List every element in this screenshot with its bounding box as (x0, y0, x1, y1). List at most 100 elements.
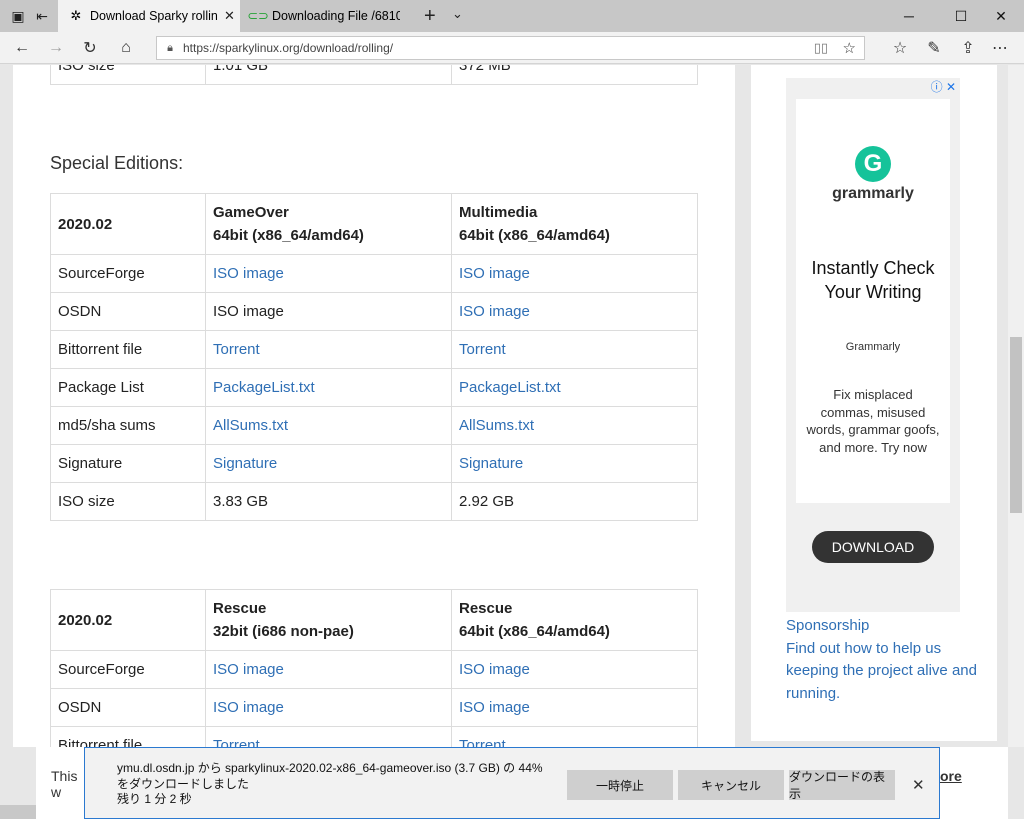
table-header-row: 2020.02 Rescue 32bit (i686 non-pae) Rescu… (50, 589, 698, 651)
version-cell: 2020.02 (50, 193, 206, 255)
sponsorship-link[interactable]: Sponsorship (786, 615, 986, 638)
tab-sparky-download[interactable]: ✲ Download Sparky rolling ✕ (58, 0, 240, 32)
multimedia-torrent-link[interactable]: Torrent (459, 341, 506, 358)
share-icon[interactable]: ⇪ (956, 37, 980, 59)
gameover-allsums-link[interactable]: AllSums.txt (213, 417, 288, 434)
row-label: Package List (50, 368, 206, 407)
table-row: md5/sha sums AllSums.txt AllSums.txt (50, 406, 698, 445)
pause-button[interactable]: 一時停止 (567, 770, 673, 800)
address-bar[interactable]: 🔒︎ https://sparkylinux.org/download/roll… (156, 36, 865, 60)
table-row: Bittorrent file Torrent Torrent (50, 726, 698, 747)
favorites-hub-icon[interactable]: ☆ (888, 37, 912, 59)
cancel-button[interactable]: キャンセル (678, 770, 784, 800)
gameover-header: GameOver 64bit (x86_64/amd64) (205, 193, 452, 255)
ad-card: G grammarly Instantly Check Your Writing… (796, 99, 950, 503)
gameover-signature-link[interactable]: Signature (213, 455, 277, 472)
multimedia-allsums-link[interactable]: AllSums.txt (459, 417, 534, 434)
multimedia-signature-link[interactable]: Signature (459, 455, 523, 472)
multimedia-packagelist-link[interactable]: PackageList.txt (459, 379, 561, 396)
rescue-64-header: Rescue 64bit (x86_64/amd64) (451, 589, 698, 651)
sponsorship-block: Sponsorship Find out how to help us keep… (786, 615, 986, 705)
special-editions-table: 2020.02 GameOver 64bit (x86_64/amd64) Mul… (50, 193, 698, 521)
row-label: Bittorrent file (50, 726, 206, 747)
tab-manager-icon[interactable]: ▣ (8, 6, 28, 26)
tab-downloading-file[interactable]: ⊂⊃ Downloading File /68102/sp (240, 0, 418, 32)
ad-download-button[interactable]: DOWNLOAD (812, 531, 934, 563)
set-tabs-aside-icon[interactable]: ⇤ (32, 6, 52, 26)
rescue64-torrent-link[interactable]: Torrent (459, 737, 506, 747)
rescue-32-header: Rescue 32bit (i686 non-pae) (205, 589, 452, 651)
rescue32-sourceforge-link[interactable]: ISO image (213, 661, 284, 678)
cell-value: 2.92 GB (451, 482, 698, 521)
lock-icon: 🔒︎ (167, 41, 173, 54)
table-row: Package List PackageList.txt PackageList… (50, 368, 698, 407)
gameover-torrent-link[interactable]: Torrent (213, 341, 260, 358)
table-row: SourceForge ISO image ISO image (50, 254, 698, 293)
favorite-star-icon[interactable]: ☆ (843, 39, 856, 57)
refresh-icon[interactable]: ↻ (78, 37, 102, 59)
row-label: SourceForge (50, 254, 206, 293)
tab-title: Download Sparky rolling (90, 9, 218, 23)
section-title: Special Editions: (50, 153, 184, 173)
chevron-down-icon[interactable]: ⌄ (452, 6, 463, 22)
adchoices-icon[interactable]: ⓘ ✕ (931, 78, 956, 95)
row-label: OSDN (50, 688, 206, 727)
reading-view-icon[interactable]: ▯▯ (814, 40, 828, 56)
close-tab-icon[interactable]: ✕ (224, 8, 235, 24)
rescue-table: 2020.02 Rescue 32bit (i686 non-pae) Rescu… (50, 589, 698, 747)
ad-body-text: Fix misplaced commas, misused words, gra… (806, 387, 940, 455)
row-label: ISO size (50, 482, 206, 521)
more-options-icon[interactable]: ⋯ (988, 37, 1012, 59)
multimedia-osdn-link[interactable]: ISO image (459, 303, 530, 320)
title-bar: ▣ ⇤ ✲ Download Sparky rolling ✕ ⊂⊃ Downl… (0, 0, 1024, 32)
pen-notes-icon[interactable]: ✎ (922, 37, 946, 59)
url-text: https://sparkylinux.org/download/rolling… (183, 41, 394, 55)
home-icon[interactable]: ⌂ (114, 37, 138, 59)
row-label: Bittorrent file (50, 330, 206, 369)
tab-title: Downloading File /68102/sp (272, 9, 400, 23)
row-label: ISO size (50, 65, 206, 85)
table-row: OSDN ISO image ISO image (50, 292, 698, 331)
rescue32-torrent-link[interactable]: Torrent (213, 737, 260, 747)
page-bottom-strip (0, 805, 36, 819)
download-status-text: ymu.dl.osdn.jp から sparkylinux-2020.02-x8… (117, 761, 543, 806)
multimedia-sourceforge-link[interactable]: ISO image (459, 265, 530, 282)
forward-icon[interactable]: → (44, 37, 68, 59)
gameover-sourceforge-link[interactable]: ISO image (213, 265, 284, 282)
close-window-icon[interactable]: ✕ (978, 0, 1024, 32)
minimize-icon[interactable]: ─ (886, 0, 932, 32)
table-row: SourceForge ISO image ISO image (50, 650, 698, 689)
cell-value: 372 MB (451, 65, 698, 85)
rescue64-osdn-link[interactable]: ISO image (459, 699, 530, 716)
back-icon[interactable]: ← (10, 37, 34, 59)
table-header-row: 2020.02 GameOver 64bit (x86_64/amd64) Mul… (50, 193, 698, 255)
page-behind-right: ore (940, 747, 1008, 819)
rescue64-sourceforge-link[interactable]: ISO image (459, 661, 530, 678)
vertical-scrollbar[interactable] (1008, 65, 1024, 747)
gameover-osdn-text: ISO image (213, 303, 284, 320)
sponsorship-text-link[interactable]: Find out how to help us keeping the proj… (786, 638, 986, 706)
sparky-favicon-icon: ✲ (70, 8, 82, 23)
table-row: ISO size 3.83 GB 2.92 GB (50, 482, 698, 521)
multimedia-header: Multimedia 64bit (x86_64/amd64) (451, 193, 698, 255)
grammarly-logo-icon: G (855, 146, 891, 182)
previous-table: ISO size 1.01 GB 372 MB (50, 65, 698, 85)
cell-value: 3.83 GB (205, 482, 452, 521)
page-behind-left: This w (36, 747, 84, 819)
grammarly-ad[interactable]: ⓘ ✕ G grammarly Instantly Check Your Wri… (786, 78, 960, 612)
cell-value: 1.01 GB (205, 65, 452, 85)
row-label: md5/sha sums (50, 406, 206, 445)
version-cell: 2020.02 (50, 589, 206, 651)
close-icon[interactable]: ✕ (912, 776, 925, 794)
rescue32-osdn-link[interactable]: ISO image (213, 699, 284, 716)
row-label: OSDN (50, 292, 206, 331)
ad-brand-name: grammarly (832, 185, 914, 202)
view-downloads-button[interactable]: ダウンロードの表示 (789, 770, 895, 801)
ad-brand-small: Grammarly (845, 341, 901, 353)
gameover-packagelist-link[interactable]: PackageList.txt (213, 379, 315, 396)
main-content: ISO size 1.01 GB 372 MB Special Editions… (13, 65, 735, 747)
ad-headline: Instantly Check Your Writing (811, 258, 935, 302)
new-tab-icon[interactable]: + (424, 5, 436, 28)
row-label: SourceForge (50, 650, 206, 689)
scrollbar-thumb[interactable] (1010, 337, 1022, 513)
